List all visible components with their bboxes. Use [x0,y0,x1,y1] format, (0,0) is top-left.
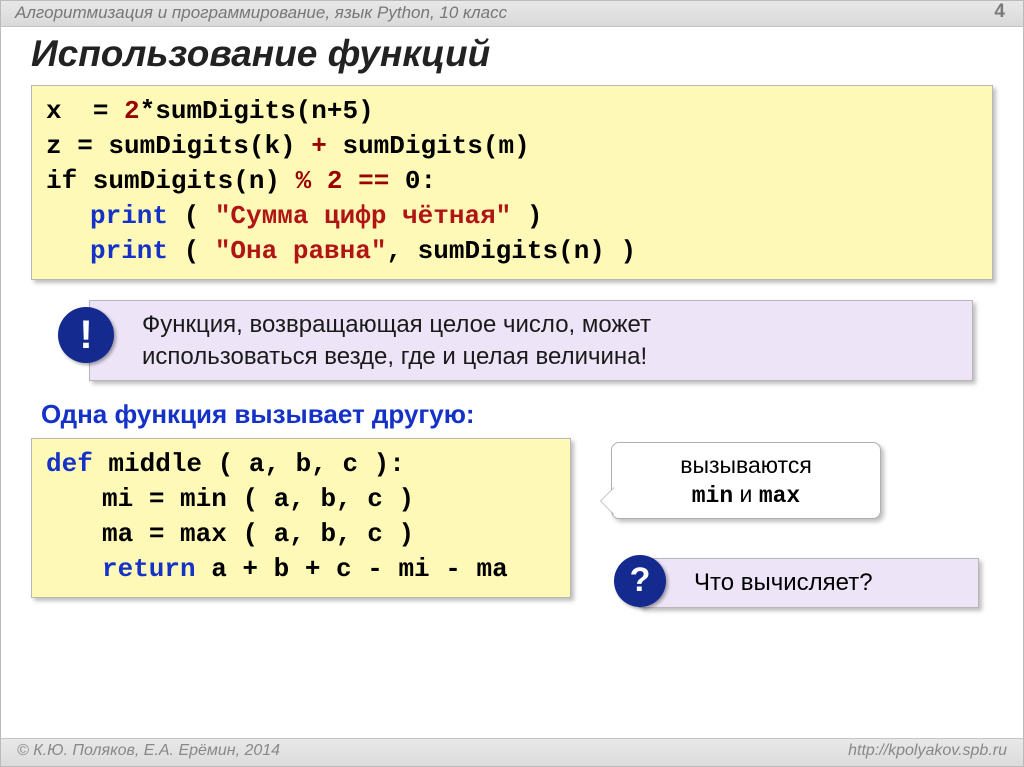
slide-body: Использование функций x = 2*sumDigits(n+… [1,27,1023,598]
footer-copyright: © К.Ю. Поляков, Е.А. Ерёмин, 2014 [17,742,280,759]
exclamation-icon: ! [58,307,114,363]
code-text: % [296,166,312,196]
lower-row: def middle ( a, b, c ): mi = min ( a, b,… [31,438,993,598]
page-number: 4 [994,1,1005,23]
code-keyword: print [90,201,168,231]
code-text: max ( a, b, c ) [180,519,414,549]
code-keyword: return [102,554,196,584]
code-text: ) [511,201,542,231]
note-text: использоваться везде, где и целая величи… [142,343,647,370]
callout-box: вызываются min и max [611,442,881,520]
code-text: 2 [327,166,343,196]
code-text: sumDigits(k) [108,131,295,161]
note-text: Функция, возвращающая целое число, может [142,311,651,338]
code-text: middle ( a, b, c ): [93,449,405,479]
header-bar: Алгоритмизация и программирование, язык … [1,1,1023,27]
code-block-2: def middle ( a, b, c ): mi = min ( a, b,… [31,438,571,598]
code-text: *sumDigits(n+5) [140,96,374,126]
callout-text: и [733,481,759,507]
code-text: a + b + c - mi - ma [196,554,508,584]
code-block-1: x = 2*sumDigits(n+5) z = sumDigits(k) + … [31,85,993,280]
header-subject: Алгоритмизация и программирование, язык … [15,3,507,22]
code-text: mi [102,484,133,514]
callout-mono: min [692,483,733,509]
code-string: "Она равна" [215,236,387,266]
code-keyword: print [90,236,168,266]
callout-text: вызываются [680,452,812,478]
code-text: == [358,166,389,196]
code-text: min ( a, b, c ) [180,484,414,514]
code-string: "Сумма цифр чётная" [215,201,511,231]
question-icon: ? [614,555,666,607]
subheading: Одна функция вызывает другую: [41,399,993,430]
callout-mono: max [759,483,800,509]
note-box: ! Функция, возвращающая целое число, мож… [89,300,973,380]
code-text: ma [102,519,133,549]
question-box: ? Что вычисляет? [639,558,979,608]
question-text: Что вычисляет? [694,569,873,596]
code-text: if sumDigits(n) [46,166,280,196]
code-keyword: def [46,449,93,479]
code-text: ( [168,201,215,231]
code-text: 0: [405,166,436,196]
code-text: x [46,96,62,126]
footer-url: http://kpolyakov.spb.ru [848,742,1007,760]
code-text: sumDigits(m) [342,131,529,161]
code-text: z [46,131,62,161]
code-text: 2 [124,96,140,126]
code-text: , sumDigits(n) ) [386,236,636,266]
slide-title: Использование функций [31,33,993,75]
code-text: ( [168,236,215,266]
footer-bar: © К.Ю. Поляков, Е.А. Ерёмин, 2014 http:/… [1,738,1023,766]
